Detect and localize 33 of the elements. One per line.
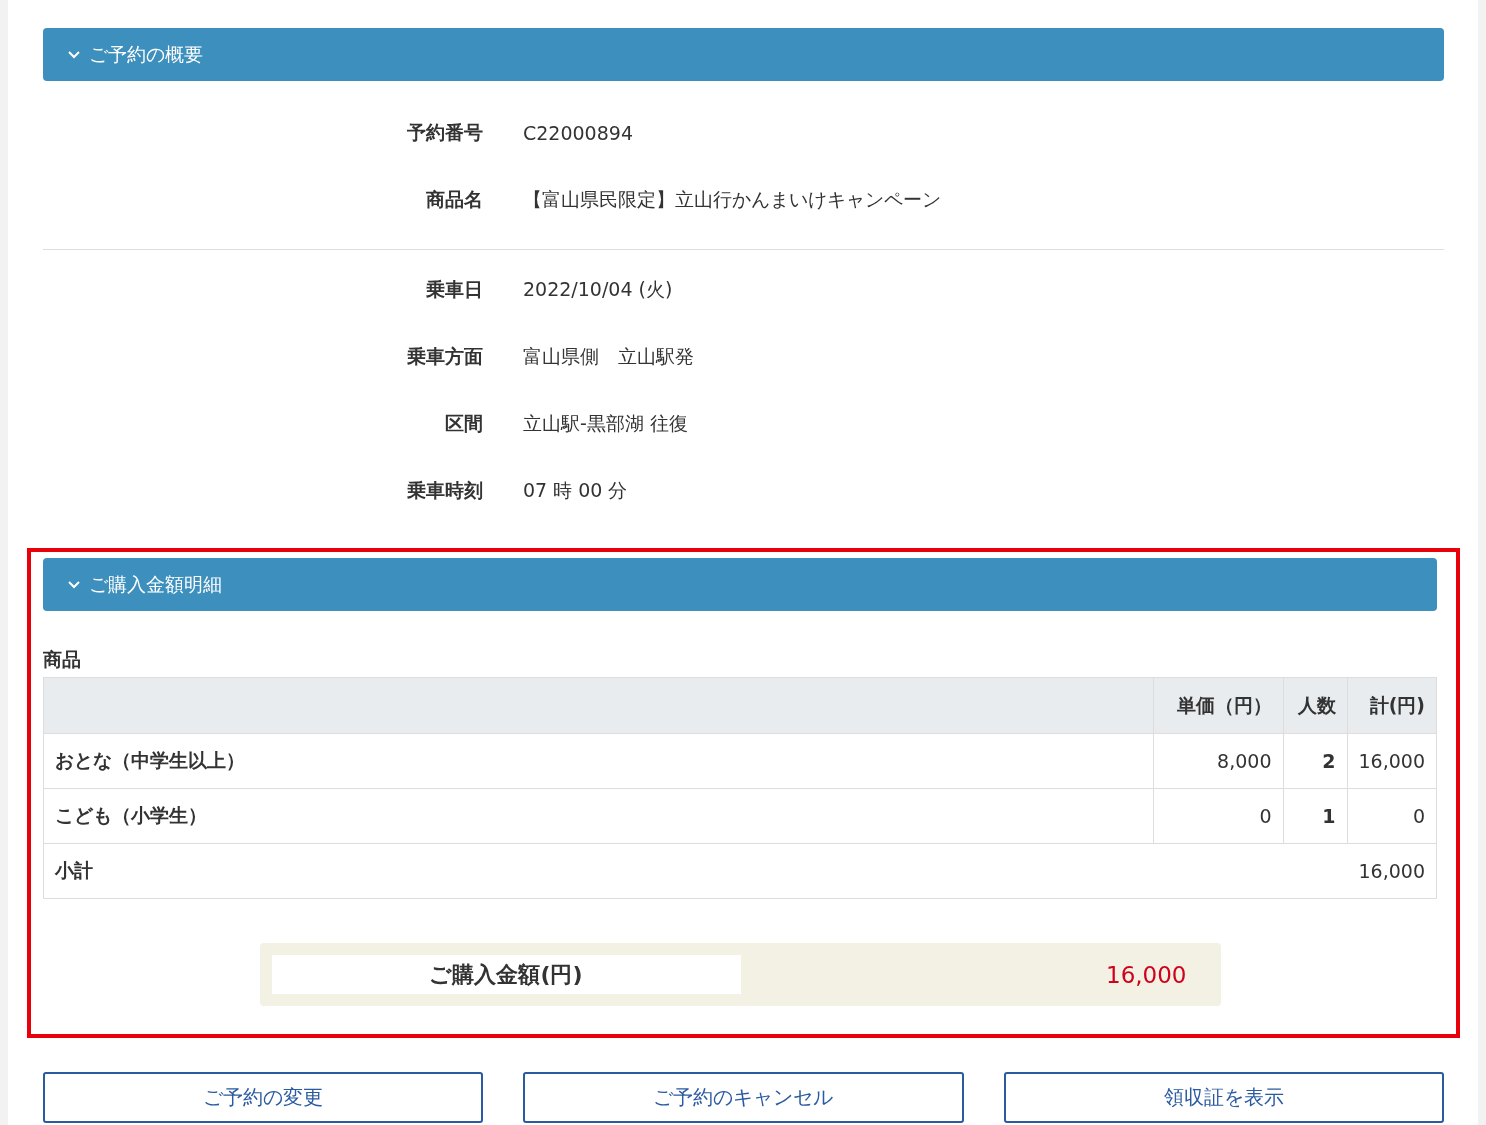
section-header[interactable]: ご予約の概要 (43, 28, 1444, 81)
table-cell: 0 (1347, 788, 1437, 844)
action-button[interactable]: ご予約の変更 (43, 1072, 484, 1123)
field-label: 区間 (444, 410, 483, 436)
field-label: 乗車時刻 (406, 477, 483, 503)
field-value: C22000894 (523, 121, 633, 144)
field-value: 07 時 00 分 (523, 477, 628, 503)
header-cell: 人数 (1283, 677, 1347, 734)
table-cell: 2 (1283, 733, 1347, 789)
header-cell: 計(円) (1347, 677, 1437, 734)
field-value: 2022/10/04 (火) (523, 276, 673, 302)
field-label: 予約番号 (406, 119, 483, 145)
table-cell: 16,000 (1347, 843, 1437, 899)
table-cell: 8,000 (1153, 733, 1283, 789)
section-header[interactable]: ご購入金額明細 (43, 558, 1437, 611)
field-label: 商品名 (425, 186, 483, 212)
table-caption: 商品 (43, 647, 82, 672)
action-button[interactable]: ご予約のキャンセル (523, 1072, 964, 1123)
field-value: 富山県側 立山駅発 (523, 343, 694, 369)
table-cell: 0 (1153, 788, 1283, 844)
table-cell: 1 (1283, 788, 1347, 844)
field-value: 【富山県民限定】立山行かんまいけキャンペーン (523, 186, 941, 212)
table-cell: 16,000 (1347, 733, 1437, 789)
field-label: 乗車日 (425, 276, 483, 302)
total-amount: 16,000 (1106, 961, 1187, 988)
total-label: ご購入金額(円) (271, 955, 741, 994)
field-label: 乗車方面 (406, 343, 483, 369)
table-cell: 小計 (43, 843, 1347, 899)
action-button[interactable]: 領収証を表示 (1003, 1072, 1444, 1123)
table-cell: おとな（中学生以上） (43, 733, 1153, 789)
field-value: 立山駅-黒部湖 往復 (523, 410, 688, 436)
header-cell: 単価（円） (1153, 677, 1283, 734)
table-cell: こども（小学生） (43, 788, 1153, 844)
